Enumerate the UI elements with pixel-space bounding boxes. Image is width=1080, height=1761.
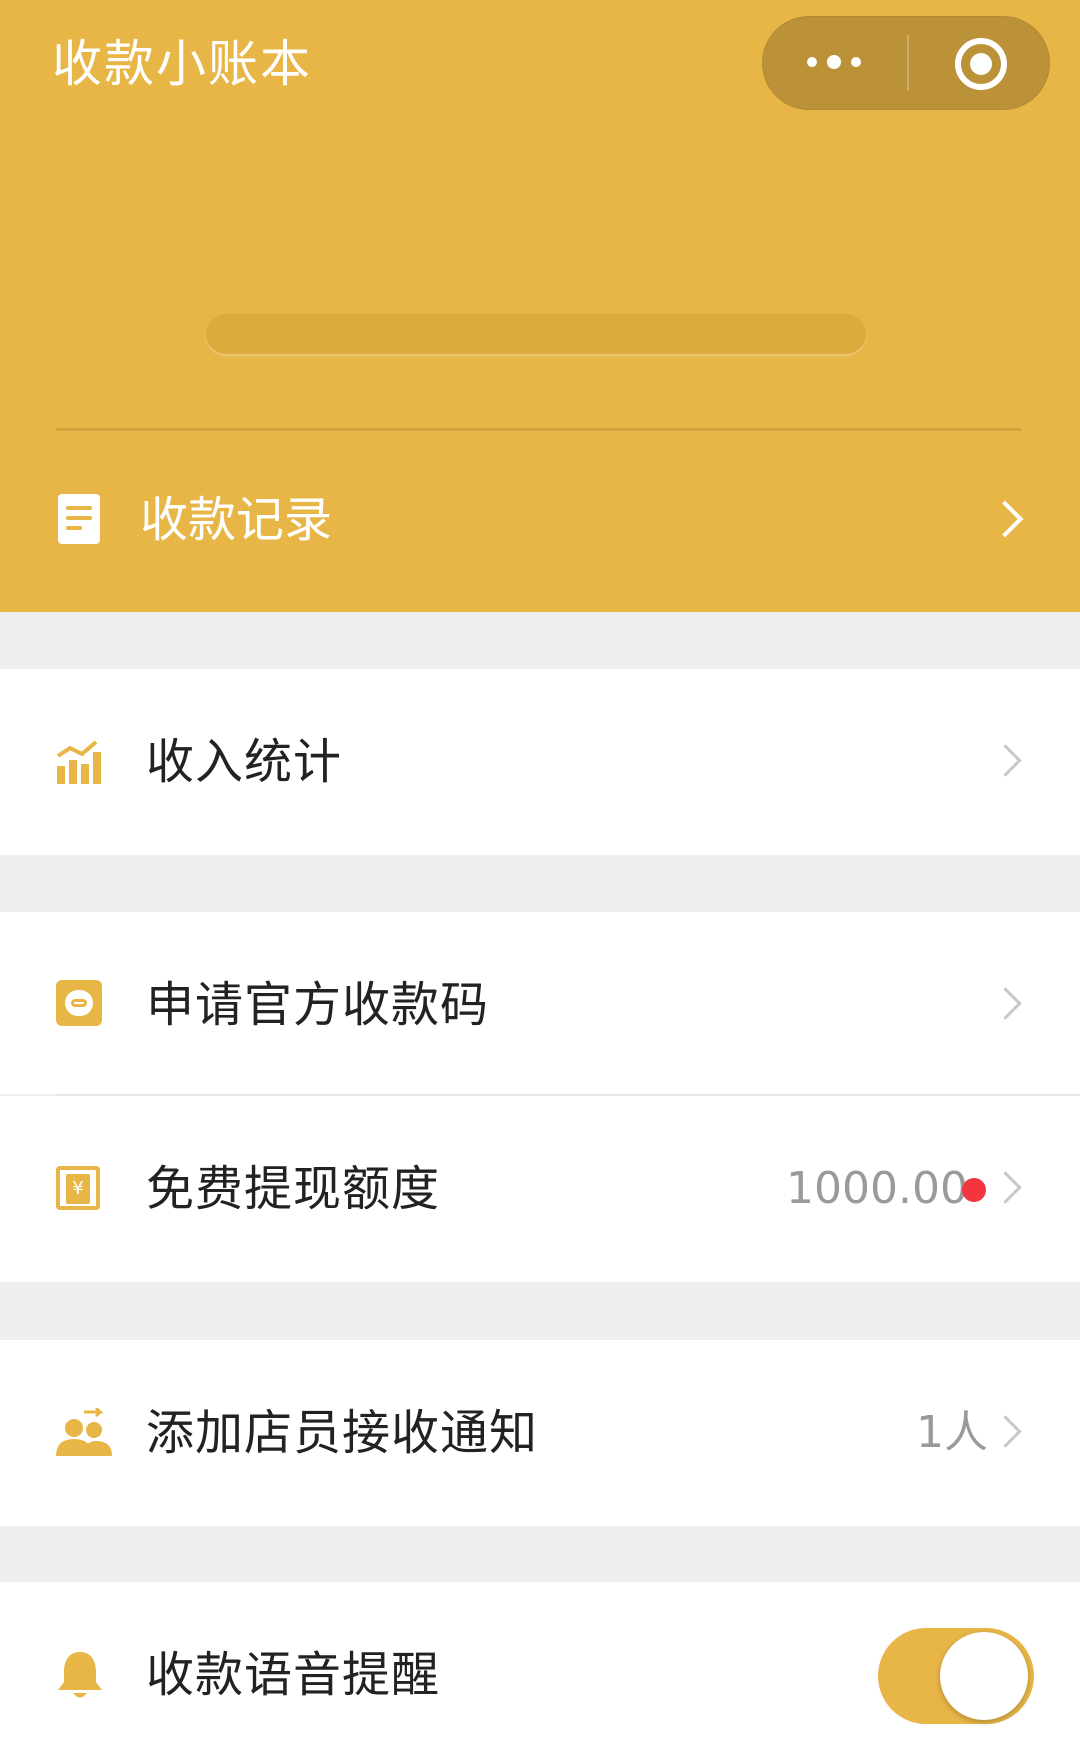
wallet-yuan-icon: ¥ [56, 1166, 100, 1210]
voice-alert-label: 收款语音提醒 [146, 1647, 441, 1703]
header: 收款小账本 收款记录 [0, 0, 1080, 612]
miniprogram-close-icon[interactable] [909, 17, 1051, 109]
toggle-knob [940, 1632, 1028, 1720]
people-icon [56, 1408, 112, 1456]
free-withdraw-row[interactable]: 免费提现额度 1000.00 [0, 1096, 1080, 1282]
payment-records-row[interactable]: 收款记录 [0, 432, 1080, 612]
doc-line [66, 526, 82, 530]
app-title: 收款小账本 [52, 35, 312, 93]
close-core [970, 53, 992, 75]
document-icon [58, 494, 100, 544]
chevron-right-icon [989, 1415, 1022, 1448]
dot [807, 57, 817, 67]
qr-code-icon [56, 980, 102, 1026]
more-dots-icon[interactable] [763, 17, 907, 109]
doc-line [66, 506, 92, 510]
apply-code-label: 申请官方收款码 [146, 977, 490, 1033]
chevron-right-icon [989, 744, 1022, 777]
add-staff-label: 添加店员接收通知 [146, 1405, 539, 1461]
chevron-right-icon [989, 987, 1022, 1020]
notification-dot [962, 1178, 986, 1202]
header-divider [56, 428, 1022, 431]
bar-chart-icon [56, 740, 101, 784]
add-staff-row[interactable]: 添加店员接收通知 1人 [0, 1340, 1080, 1526]
income-stats-row[interactable]: 收入统计 [0, 669, 1080, 855]
chevron-right-icon [986, 500, 1024, 538]
staff-count: 1人 [916, 1407, 988, 1458]
payment-records-label: 收款记录 [140, 492, 333, 548]
chevron-right-icon [989, 1171, 1022, 1204]
yuan-symbol: ¥ [66, 1174, 90, 1204]
qr-mark [71, 999, 87, 1007]
dot [851, 57, 861, 67]
voice-alert-toggle[interactable] [878, 1628, 1034, 1724]
dot [827, 55, 841, 69]
apply-code-row[interactable]: 申请官方收款码 [0, 912, 1080, 1094]
free-withdraw-label: 免费提现额度 [146, 1161, 441, 1217]
free-withdraw-value: 1000.00 [786, 1163, 968, 1214]
doc-line [66, 516, 92, 520]
amount-placeholder-bar [206, 314, 866, 354]
capsule-menu [762, 16, 1050, 110]
bell-icon [58, 1652, 102, 1698]
income-stats-label: 收入统计 [146, 734, 343, 790]
row-divider [56, 1094, 1080, 1096]
